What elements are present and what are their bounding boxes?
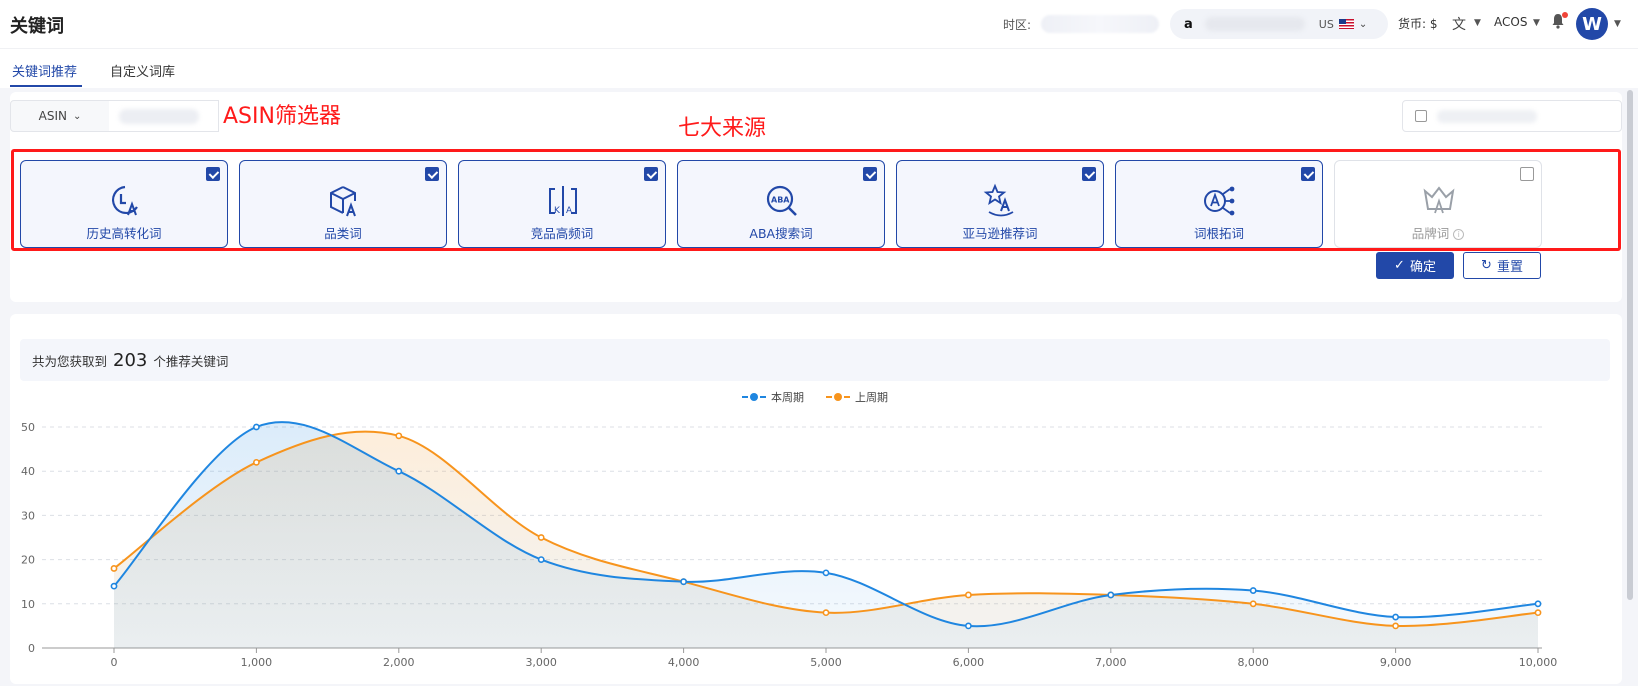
x-tick-label: 7,000 [1095,656,1127,669]
x-tick-label: 0 [111,656,118,669]
x-tick-label: 3,000 [525,656,557,669]
y-tick-label: 10 [21,598,35,611]
x-tick-label: 9,000 [1380,656,1412,669]
x-tick-label: 5,000 [810,656,842,669]
keyword-trend-chart: 0 10 20 30 40 50 0 1,000 2,000 3,000 4,000 5,000 6,0… [21,390,1558,669]
data-point [1534,600,1542,608]
y-tick-label: 30 [21,509,35,522]
x-tick-label: 2,000 [383,656,415,669]
data-point [1392,622,1399,630]
y-tick-label: 20 [21,554,35,567]
data-point [252,458,260,466]
legend-marker [834,393,842,401]
x-tick-label: 4,000 [668,656,700,669]
data-point [1249,600,1257,608]
y-tick-label: 0 [28,642,35,655]
data-point [110,582,118,590]
data-point [537,556,545,563]
data-point [395,467,403,475]
data-point [1392,613,1399,621]
page-scrollbar[interactable] [1627,90,1633,600]
legend-label: 上周期 [855,391,888,404]
data-point [1249,587,1257,594]
x-tick-label: 8,000 [1237,656,1269,669]
data-point [252,423,260,431]
data-point [680,578,687,586]
data-point [1534,609,1542,617]
data-point [395,432,403,440]
x-tick-label: 10,000 [1519,656,1558,669]
x-tick-label: 6,000 [953,656,985,669]
data-point [110,565,118,572]
x-tick-label: 1,000 [241,656,273,669]
data-point [537,534,545,541]
legend-marker [750,393,758,401]
y-tick-label: 40 [21,465,35,478]
y-tick-label: 50 [21,421,35,434]
data-point [965,622,972,630]
legend-label: 本周期 [771,390,804,404]
data-point [822,569,830,577]
data-point [965,591,972,599]
data-point [1107,591,1115,599]
data-point [822,609,830,617]
